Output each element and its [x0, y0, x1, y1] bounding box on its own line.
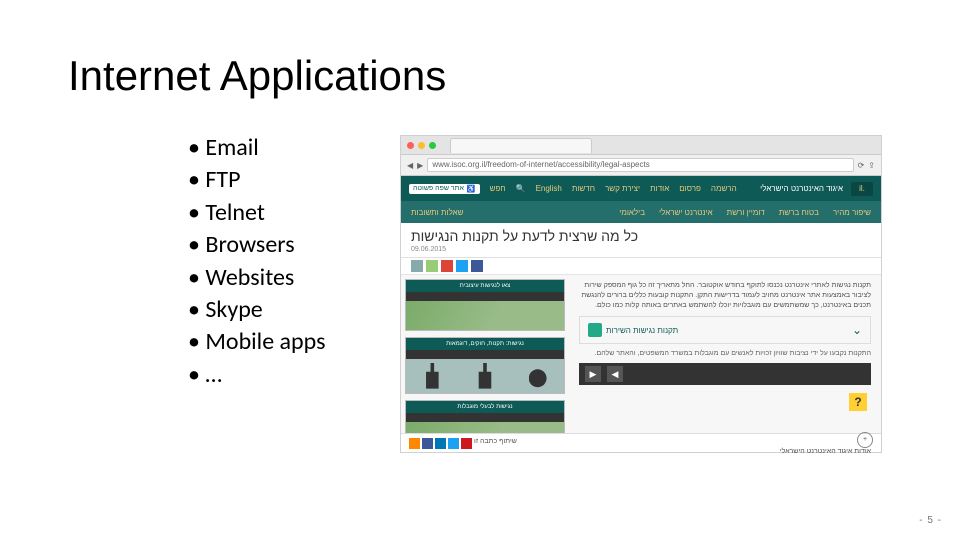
site-footer: + אודות איגוד האינטרנט הישראלי שיתוף כתב…	[401, 433, 881, 452]
simple-language-badge: ♿ אתר שפה פשוטה	[409, 184, 480, 194]
site-logo: .il	[851, 182, 873, 196]
url-field: www.isoc.org.il/freedom-of-internet/acce…	[427, 158, 853, 172]
topnav-item: פרסום	[679, 184, 701, 194]
youtube-icon	[461, 438, 472, 449]
article-body: תקנות נגישות לאתרי אינטרנט נכנסו לתוקף ב…	[569, 275, 881, 456]
article-paragraph: תקנות נגישות לאתרי אינטרנט נכנסו לתוקף ב…	[579, 281, 871, 310]
browser-tabbar	[401, 136, 881, 155]
print-icon	[411, 260, 423, 272]
linkedin-icon	[435, 438, 446, 449]
accordion-row: ⌄ תקנות נגישות השירות	[579, 316, 871, 344]
card: צאו לנגישות עיצובית	[405, 279, 565, 331]
prev-icon: ◀	[607, 366, 623, 382]
embedded-screenshot: ◀ ▶ www.isoc.org.il/freedom-of-internet/…	[400, 135, 882, 453]
topnav-item: הרשמה	[711, 184, 737, 194]
site-subnav: שיפור מהיר בטוח ברשת דומיין ורשת אינטרנט…	[401, 201, 881, 223]
search-icon: 🔍	[516, 184, 526, 194]
bullet-list: Email FTP Telnet Browsers Websites Skype…	[148, 132, 326, 391]
accessibility-icon: ♿	[467, 185, 476, 193]
pager: ◀ ▶	[579, 363, 871, 385]
bullet-item: Email	[188, 132, 326, 164]
card-title: נגישות לבעלי מוגבלות	[406, 401, 564, 413]
subnav-item: שיפור מהיר	[833, 208, 871, 217]
bullet-item: …	[188, 359, 326, 391]
topnav-item: יצירת קשר	[605, 184, 640, 194]
subnav-item: בטוח ברשת	[779, 208, 819, 217]
subnav-item: בילאומי	[619, 208, 645, 217]
rss-icon	[409, 438, 420, 449]
card: נגישות: תקנות, חוקים, דוגמאות	[405, 337, 565, 393]
card-sub	[406, 350, 564, 359]
expand-icon: +	[857, 432, 873, 448]
card-title: צאו לנגישות עיצובית	[406, 280, 564, 292]
facebook-icon	[471, 260, 483, 272]
window-max-icon	[429, 142, 436, 149]
bullet-item: Browsers	[188, 229, 326, 261]
window-close-icon	[407, 142, 414, 149]
site-topbar: .il איגוד האינטרנט הישראלי הרשמה פרסום א…	[401, 176, 881, 201]
topnav-item: אודות	[650, 184, 669, 194]
footer-about: אודות איגוד האינטרנט הישראלי	[780, 448, 871, 455]
googleplus-icon	[441, 260, 453, 272]
reload-icon: ⟳	[858, 161, 865, 170]
chevron-down-icon: ⌄	[852, 323, 862, 337]
accordion-subtext: התקנות נקבעו על ידי נציבות שוויון זכויות…	[579, 350, 871, 357]
topnav-item: English	[536, 184, 562, 194]
subnav-item: אינטרנט ישראלי	[659, 208, 713, 217]
card-title: נגישות: תקנות, חוקים, דוגמאות	[406, 338, 564, 350]
subnav-item: דומיין ורשת	[727, 208, 765, 217]
accordion-label: תקנות נגישות השירות	[606, 326, 678, 335]
bullet-item: Skype	[188, 294, 326, 326]
page-number: - 5 -	[919, 515, 942, 526]
wheelchair-icon	[529, 363, 547, 389]
back-icon: ◀	[407, 161, 413, 170]
help-icon: ?	[849, 393, 867, 411]
help-box: ?	[579, 391, 871, 413]
bullet-item: Websites	[188, 262, 326, 294]
bullet-item: Mobile apps	[188, 326, 326, 358]
facebook-icon	[422, 438, 433, 449]
person-icon	[476, 363, 494, 389]
site-brand: איגוד האינטרנט הישראלי	[760, 184, 843, 193]
doc-icon	[588, 323, 602, 337]
window-min-icon	[418, 142, 425, 149]
browser-tab	[450, 138, 592, 153]
subnav-item: שאלות ותשובות	[411, 208, 464, 217]
search-label: חפש	[490, 184, 506, 194]
card-sub	[406, 413, 564, 422]
related-cards: צאו לנגישות עיצובית נגישות: תקנות, חוקים…	[401, 275, 569, 456]
person-icon	[423, 363, 441, 389]
forward-icon: ▶	[417, 161, 423, 170]
twitter-icon	[448, 438, 459, 449]
mail-icon	[426, 260, 438, 272]
next-icon: ▶	[585, 366, 601, 382]
slide-title: Internet Applications	[68, 52, 446, 100]
browser-urlbar: ◀ ▶ www.isoc.org.il/freedom-of-internet/…	[401, 155, 881, 176]
share-icon: ⇪	[868, 161, 875, 170]
article-title: כל מה שרצית לדעת על תקנות הנגישות	[411, 228, 638, 244]
topnav-item: חדשות	[572, 184, 595, 194]
article-hero: כל מה שרצית לדעת על תקנות הנגישות 09.06.…	[401, 223, 881, 258]
share-bar	[401, 258, 881, 275]
footer-share-label: שיתוף כתבה זו	[474, 438, 517, 449]
article-date: 09.06.2015	[411, 246, 446, 253]
twitter-icon	[456, 260, 468, 272]
bullet-item: FTP	[188, 164, 326, 196]
bullet-item: Telnet	[188, 197, 326, 229]
card-sub	[406, 292, 564, 301]
